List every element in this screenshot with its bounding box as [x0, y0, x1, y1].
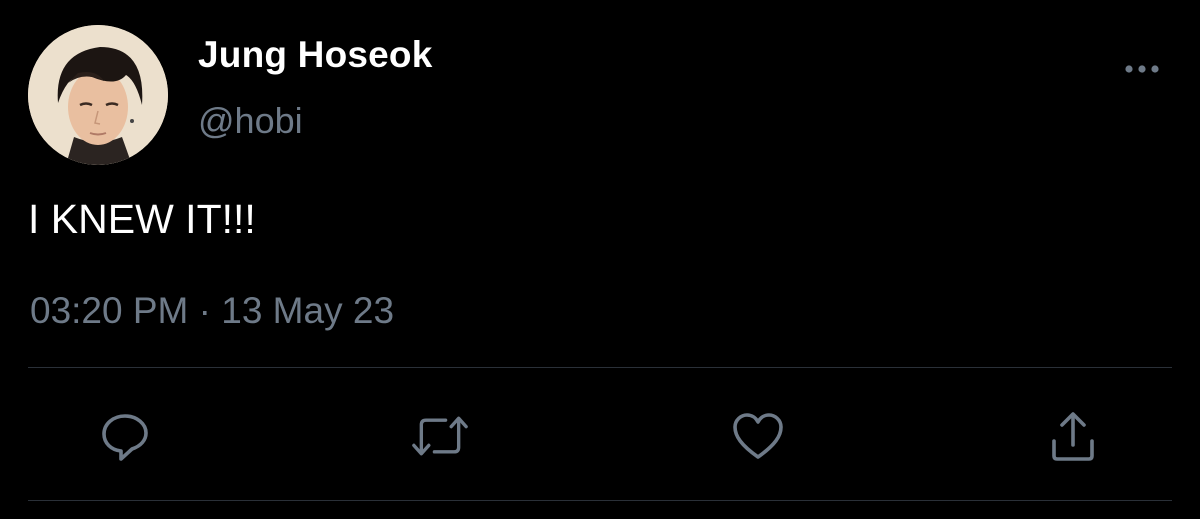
user-handle[interactable]: @hobi	[198, 100, 303, 142]
share-icon	[1052, 412, 1094, 461]
avatar-photo	[28, 25, 168, 165]
divider	[28, 500, 1172, 501]
like-button[interactable]	[730, 408, 786, 464]
display-name[interactable]: Jung Hoseok	[198, 34, 433, 76]
tweet-text: I KNEW IT!!!	[28, 196, 256, 242]
retweet-button[interactable]	[412, 408, 468, 464]
reply-icon	[102, 414, 148, 461]
retweet-icon	[412, 416, 468, 456]
more-dots-icon	[1125, 65, 1159, 73]
share-button[interactable]	[1045, 408, 1101, 464]
tweet-timestamp[interactable]: 03:20 PM · 13 May 23	[30, 290, 394, 332]
tweet-card: Jung Hoseok @hobi I KNEW IT!!! 03:20 PM …	[0, 0, 1200, 519]
avatar[interactable]	[28, 25, 168, 165]
heart-icon	[733, 413, 783, 459]
more-options-button[interactable]	[1119, 58, 1165, 80]
divider	[28, 367, 1172, 368]
reply-button[interactable]	[97, 408, 153, 464]
